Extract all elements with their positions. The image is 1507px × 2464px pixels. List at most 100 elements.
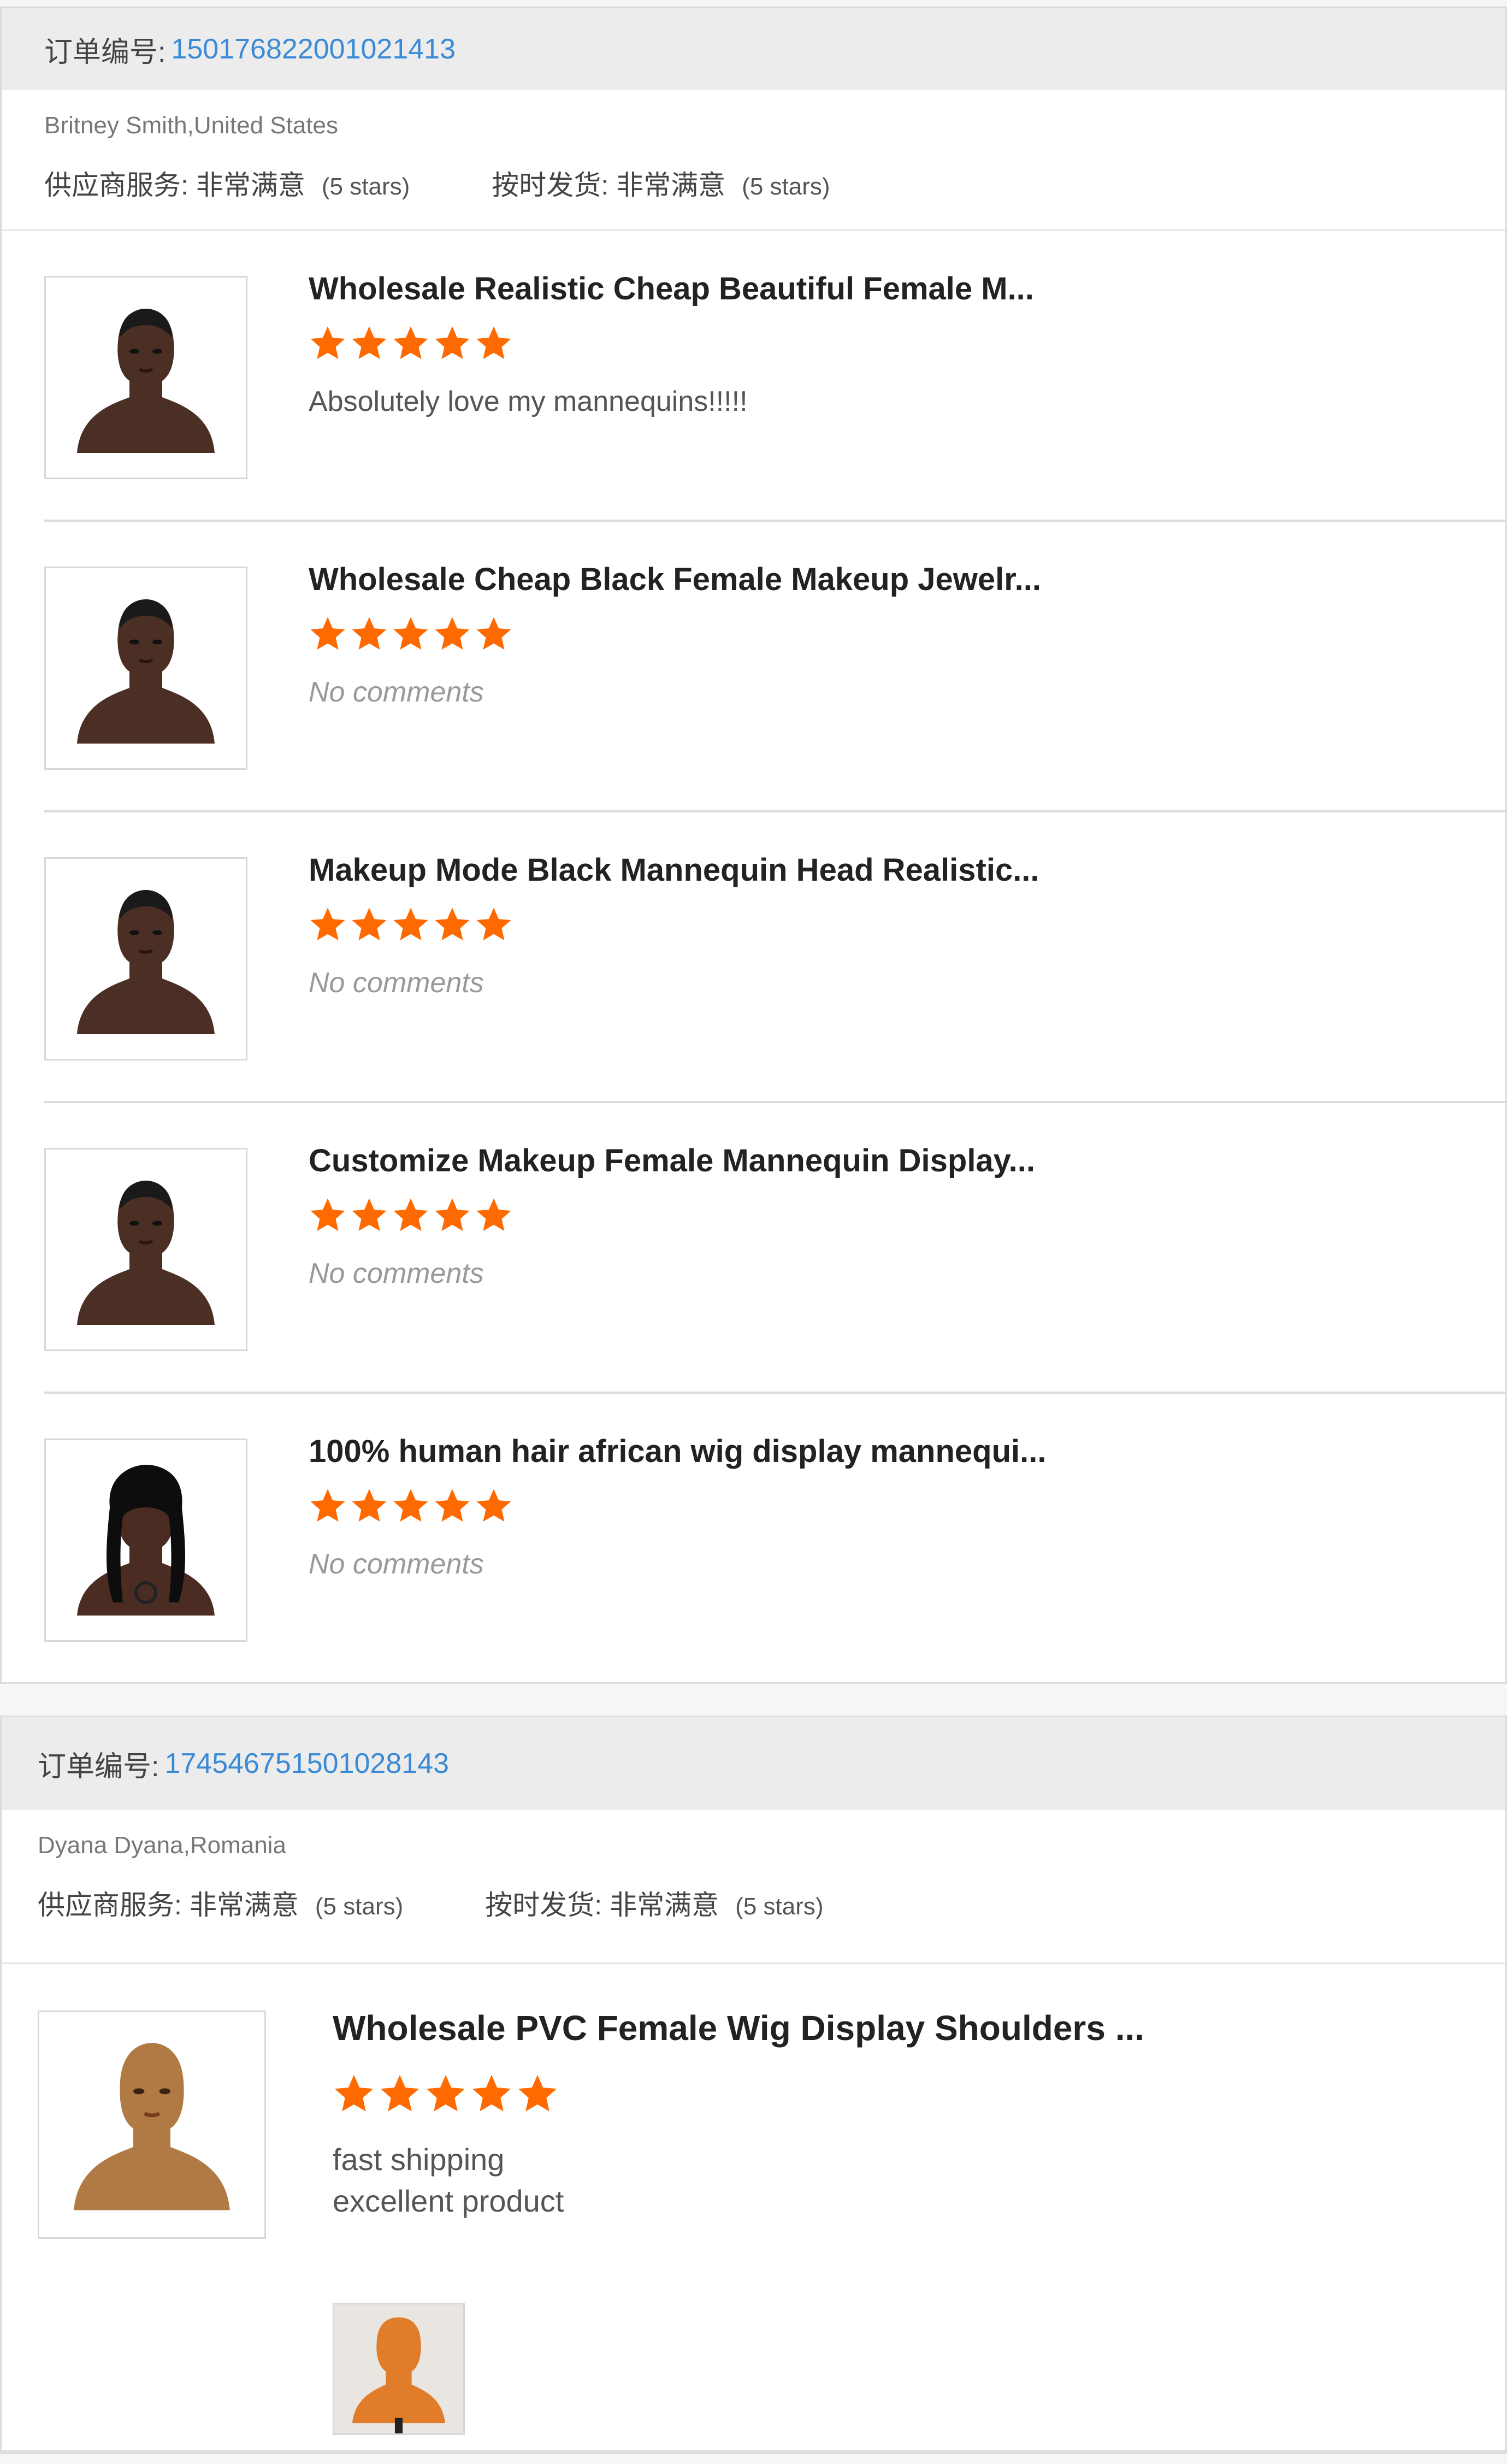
review-item: Wholesale Cheap Black Female Makeup Jewe… (44, 522, 1507, 812)
order-header: 订单编号: 150176822001021413 (2, 8, 1505, 90)
product-title-link[interactable]: Customize Makeup Female Mannequin Displa… (309, 1142, 1035, 1179)
star-rating (309, 905, 513, 944)
mannequin-head-tan-icon (59, 2032, 245, 2218)
review-comment: No comments (309, 1258, 484, 1289)
star-icon (424, 2072, 467, 2115)
star-icon (433, 1487, 471, 1525)
star-icon (475, 324, 513, 362)
star-icon (350, 324, 388, 362)
star-icon (350, 615, 388, 653)
mannequin-head-dark-icon (64, 1168, 228, 1331)
on-time-shipping-rating: 按时发货: 非常满意 (5 stars) (485, 1883, 823, 1923)
order-number-label: 订单编号: (38, 1750, 159, 1783)
seller-ratings: 供应商服务: 非常满意 (5 stars) 按时发货: 非常满意 (5 star… (44, 163, 1463, 203)
star-rating (309, 324, 513, 362)
on-time-label: 按时发货: (492, 170, 609, 201)
product-title-link[interactable]: Makeup Mode Black Mannequin Head Realist… (309, 852, 1039, 888)
supplier-service-label: 供应商服务: (44, 170, 188, 201)
product-title-link[interactable]: Wholesale PVC Female Wig Display Shoulde… (333, 2008, 1144, 2048)
product-thumbnail[interactable] (44, 1148, 247, 1351)
star-icon (309, 615, 347, 653)
star-rating (309, 1487, 513, 1525)
product-title-link[interactable]: Wholesale Realistic Cheap Beautiful Fema… (309, 270, 1034, 307)
mannequin-head-dark-icon (64, 586, 228, 750)
review-item: Customize Makeup Female Mannequin Displa… (44, 1103, 1507, 1394)
product-thumbnail[interactable] (44, 1439, 247, 1642)
product-title-link[interactable]: Wholesale Cheap Black Female Makeup Jewe… (309, 561, 1041, 598)
star-icon (309, 905, 347, 944)
on-time-value: 非常满意 (616, 170, 726, 201)
supplier-service-label: 供应商服务: (38, 1890, 182, 1920)
review-comment: fast shipping excellent product (333, 2139, 564, 2222)
star-icon (475, 1196, 513, 1234)
product-thumbnail[interactable] (44, 567, 247, 770)
star-icon (470, 2072, 513, 2115)
star-icon (350, 905, 388, 944)
star-icon (475, 615, 513, 653)
review-comment: Absolutely love my mannequins!!!!! (309, 386, 748, 417)
on-time-label: 按时发货: (485, 1890, 602, 1920)
star-icon (392, 1196, 430, 1234)
star-icon (350, 1487, 388, 1525)
star-icon (433, 324, 471, 362)
star-icon (392, 324, 430, 362)
star-icon (350, 1196, 388, 1234)
star-icon (433, 905, 471, 944)
order-card: 订单编号: 150176822001021413 Britney Smith,U… (0, 7, 1507, 1684)
supplier-service-value: 非常满意 (196, 170, 305, 201)
on-time-value: 非常满意 (610, 1890, 719, 1920)
review-item: Wholesale PVC Female Wig Display Shoulde… (38, 1964, 1502, 2464)
order-card: 订单编号: 174546751501028143 Dyana Dyana,Rom… (0, 1716, 1507, 2454)
order-number-label: 订单编号: (44, 36, 166, 68)
seller-ratings: 供应商服务: 非常满意 (5 stars) 按时发货: 非常满意 (5 star… (38, 1883, 1463, 1923)
star-icon (309, 1487, 347, 1525)
star-icon (392, 905, 430, 944)
star-icon (392, 1487, 430, 1525)
review-photo-attachment[interactable] (333, 2303, 465, 2435)
review-comment: No comments (309, 676, 484, 708)
buyer-block: Dyana Dyana,Romania 供应商服务: 非常满意 (5 stars… (2, 1810, 1505, 1964)
supplier-service-rating: 供应商服务: 非常满意 (5 stars) (38, 1883, 403, 1923)
review-comment: No comments (309, 1548, 484, 1580)
product-thumbnail[interactable] (44, 857, 247, 1060)
review-comment-line: excellent product (333, 2184, 564, 2218)
supplier-service-rating: 供应商服务: 非常满意 (5 stars) (44, 163, 410, 203)
star-icon (516, 2072, 559, 2115)
buyer-block: Britney Smith,United States 供应商服务: 非常满意 … (2, 90, 1505, 231)
buyer-name: Dyana Dyana,Romania (38, 1832, 286, 1859)
review-comment-line: fast shipping (333, 2142, 505, 2177)
order-number-link[interactable]: 174546751501028143 (164, 1747, 449, 1780)
star-rating (333, 2072, 559, 2115)
star-icon (392, 615, 430, 653)
star-icon (475, 905, 513, 944)
buyer-name: Britney Smith,United States (44, 112, 339, 139)
review-item: Makeup Mode Black Mannequin Head Realist… (44, 812, 1507, 1103)
mannequin-photo-icon (334, 2304, 463, 2433)
star-icon (309, 1196, 347, 1234)
star-icon (475, 1487, 513, 1525)
order-number-link[interactable]: 150176822001021413 (171, 33, 456, 66)
star-icon (433, 1196, 471, 1234)
star-icon (379, 2072, 421, 2115)
star-rating (309, 615, 513, 653)
review-comment: No comments (309, 967, 484, 999)
mannequin-head-dark-icon (64, 877, 228, 1041)
supplier-service-stars: (5 stars) (321, 173, 410, 200)
order-header: 订单编号: 174546751501028143 (2, 1717, 1505, 1810)
product-title-link[interactable]: 100% human hair african wig display mann… (309, 1433, 1046, 1470)
product-thumbnail[interactable] (38, 2011, 266, 2239)
star-icon (309, 324, 347, 362)
star-icon (433, 615, 471, 653)
star-rating (309, 1196, 513, 1234)
on-time-stars: (5 stars) (742, 173, 830, 200)
supplier-service-value: 非常满意 (189, 1890, 299, 1920)
product-thumbnail[interactable] (44, 276, 247, 479)
on-time-stars: (5 stars) (735, 1893, 824, 1920)
mannequin-head-dark-icon (64, 296, 228, 459)
star-icon (333, 2072, 375, 2115)
on-time-shipping-rating: 按时发货: 非常满意 (5 stars) (492, 163, 830, 203)
review-item: 100% human hair african wig display mann… (44, 1394, 1507, 1684)
supplier-service-stars: (5 stars) (315, 1893, 404, 1920)
review-item: Wholesale Realistic Cheap Beautiful Fema… (44, 231, 1507, 522)
divider (2, 2450, 1507, 2453)
